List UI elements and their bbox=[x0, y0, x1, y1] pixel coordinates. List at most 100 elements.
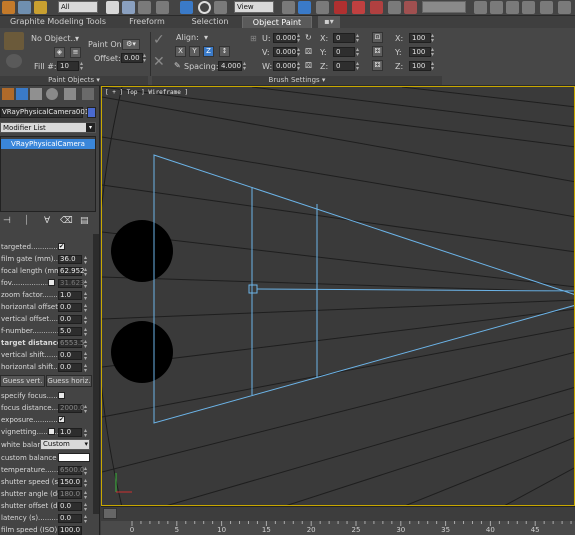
scale-y-input[interactable]: 100 bbox=[409, 47, 431, 57]
u-offset-spinner[interactable]: ▴ ▾ bbox=[297, 33, 302, 44]
zoom-factor-input[interactable]: 1.0 bbox=[58, 291, 82, 300]
horizontal-offset-spinner[interactable]: ▴ ▾ bbox=[84, 303, 89, 314]
vertical-offset-input[interactable]: 0.0 bbox=[58, 315, 82, 324]
flip-axis-icon[interactable]: ↕ bbox=[219, 46, 230, 57]
scale-uniform-icon[interactable]: ⊡ bbox=[372, 32, 383, 43]
film-gate-input[interactable]: 36.0 bbox=[58, 255, 82, 264]
focal-length-input[interactable]: 62.952 bbox=[58, 267, 85, 276]
scale-x-spinner[interactable]: ▴ ▾ bbox=[431, 33, 436, 44]
fov-input[interactable]: 31.623 bbox=[58, 279, 85, 288]
targeted-checkbox[interactable]: ✔ bbox=[58, 243, 65, 250]
commit-checkmark-icon[interactable]: ✓ bbox=[153, 32, 165, 48]
horizontal-shift-input[interactable]: 0.0 bbox=[58, 363, 82, 372]
u-offset-input[interactable]: 0.000 bbox=[273, 33, 297, 43]
guess-vert-button[interactable]: Guess vert. bbox=[0, 375, 45, 387]
rotate-icon[interactable] bbox=[198, 1, 211, 14]
axis-x-button[interactable]: X bbox=[175, 46, 186, 57]
rotate-y-spinner[interactable]: ▴ ▾ bbox=[356, 47, 361, 58]
edit-list-icon[interactable]: ≡ bbox=[70, 47, 81, 58]
shutter-angle-input[interactable]: 180.0 bbox=[58, 490, 82, 499]
modifier-list-dropdown[interactable]: Modifier List ▾ bbox=[0, 122, 96, 133]
fov-checkbox[interactable] bbox=[48, 279, 55, 286]
f-number-input[interactable]: 5.0 bbox=[58, 327, 82, 336]
rotate-x-spinner[interactable]: ▴ ▾ bbox=[356, 33, 361, 44]
reference-coordinate-dropdown[interactable]: View bbox=[234, 1, 274, 13]
tab-freeform[interactable]: Freeform bbox=[120, 16, 174, 28]
horizontal-offset-input[interactable]: 0.0 bbox=[58, 303, 82, 312]
w-offset-input[interactable]: 0.000 bbox=[273, 61, 297, 71]
scale-z-spinner[interactable]: ▴ ▾ bbox=[431, 61, 436, 72]
fov-spinner[interactable]: ▴ ▾ bbox=[84, 279, 89, 290]
temperature-input[interactable]: 6500.0 bbox=[58, 466, 85, 475]
fill-icon[interactable] bbox=[6, 54, 22, 68]
rotate-y-input[interactable]: 0 bbox=[333, 47, 355, 57]
remove-modifier-icon[interactable]: ⌫ bbox=[60, 216, 73, 226]
align-icon[interactable] bbox=[490, 1, 503, 14]
paint-brush-icon[interactable] bbox=[4, 32, 24, 50]
shutter-offset-spinner[interactable]: ▴ ▾ bbox=[84, 502, 89, 513]
film-speed-input[interactable]: 100.0 bbox=[58, 526, 82, 535]
angle-snap-icon[interactable] bbox=[352, 1, 365, 14]
select-by-name-icon[interactable] bbox=[122, 1, 135, 14]
make-unique-icon[interactable]: ∀ bbox=[44, 216, 50, 226]
black-cylinder-bottom[interactable] bbox=[111, 321, 173, 383]
vertical-offset-spinner[interactable]: ▴ ▾ bbox=[84, 315, 89, 326]
scale-x-input[interactable]: 100 bbox=[409, 33, 431, 43]
w-offset-spinner[interactable]: ▴ ▾ bbox=[297, 61, 302, 72]
keyboard-shortcut-icon[interactable] bbox=[316, 1, 329, 14]
time-slider[interactable] bbox=[101, 507, 575, 521]
scale-icon[interactable] bbox=[214, 1, 227, 14]
ribbon-options-button[interactable]: ▪▾ bbox=[318, 16, 340, 28]
paint-objects-group-label[interactable]: Paint Objects ▾ bbox=[0, 76, 148, 85]
camera-frustum[interactable] bbox=[153, 154, 575, 424]
black-cylinder-top[interactable] bbox=[111, 220, 173, 282]
target-distance-spinner[interactable]: ▴ ▾ bbox=[84, 339, 89, 350]
layer-manager-icon[interactable] bbox=[506, 1, 519, 14]
scale-z-input[interactable]: 100 bbox=[409, 61, 431, 71]
offset-spinner[interactable]: ▴ ▾ bbox=[143, 53, 148, 64]
pick-object-icon[interactable]: ◈ bbox=[54, 47, 65, 58]
rotate-z-spinner[interactable]: ▴ ▾ bbox=[356, 61, 361, 72]
horizontal-shift-spinner[interactable]: ▴ ▾ bbox=[84, 363, 89, 374]
rotate-z-input[interactable]: 0 bbox=[333, 61, 355, 71]
paint-on-dropdown[interactable]: ⚙▾ bbox=[122, 39, 140, 50]
target-distance-input[interactable]: 6553.5 bbox=[58, 339, 85, 348]
white-balance-dropdown[interactable]: Custom ▾ bbox=[40, 439, 90, 450]
vertical-shift-spinner[interactable]: ▴ ▾ bbox=[84, 351, 89, 362]
offset-lock-icon[interactable]: ⊞ bbox=[250, 34, 257, 43]
scale-random-icon[interactable]: ⚃ bbox=[372, 60, 383, 71]
show-end-result-icon[interactable]: ⏐ bbox=[24, 216, 29, 226]
hierarchy-tab-icon[interactable] bbox=[30, 88, 42, 100]
offset-input[interactable]: 0.00 bbox=[121, 53, 143, 63]
select-manipulate-icon[interactable] bbox=[298, 1, 311, 14]
scale-y-spinner[interactable]: ▴ ▾ bbox=[431, 47, 436, 58]
snaps-toggle-icon[interactable] bbox=[334, 1, 347, 14]
link-icon[interactable] bbox=[2, 1, 15, 14]
v-offset-input[interactable]: 0.000 bbox=[273, 47, 297, 57]
viewport-label[interactable]: [ + ] Top ] Wireframe ] bbox=[105, 89, 188, 96]
select-object-icon[interactable] bbox=[106, 1, 119, 14]
spacing-spinner[interactable]: ▴ ▾ bbox=[243, 61, 248, 72]
vertical-shift-input[interactable]: 0.0 bbox=[58, 351, 82, 360]
tab-graphite-modeling-tools[interactable]: Graphite Modeling Tools bbox=[8, 16, 108, 28]
focus-distance-input[interactable]: 2000.0 bbox=[58, 404, 85, 413]
time-slider-thumb[interactable] bbox=[103, 508, 117, 519]
pin-stack-icon[interactable]: ⊣ bbox=[3, 216, 11, 226]
no-object-dropdown[interactable]: No Object... bbox=[31, 34, 78, 43]
specify-focus-checkbox[interactable] bbox=[58, 392, 65, 399]
vignetting-input[interactable]: 1.0 bbox=[58, 428, 82, 437]
panel-scrollbar[interactable] bbox=[93, 234, 99, 514]
move-icon[interactable] bbox=[180, 1, 193, 14]
mirror-icon[interactable] bbox=[474, 1, 487, 14]
schematic-view-icon[interactable] bbox=[558, 1, 571, 14]
bind-spacewarp-icon[interactable] bbox=[34, 1, 47, 14]
modify-tab-icon[interactable] bbox=[16, 88, 28, 100]
exposure-checkbox[interactable]: ✔ bbox=[58, 416, 65, 423]
unlink-icon[interactable] bbox=[18, 1, 31, 14]
v-offset-spinner[interactable]: ▴ ▾ bbox=[297, 47, 302, 58]
pivot-center-icon[interactable] bbox=[282, 1, 295, 14]
rotate-x-input[interactable]: 0 bbox=[333, 33, 355, 43]
fill-count-spinner[interactable]: ▴ ▾ bbox=[80, 61, 85, 72]
stack-item-vray-physical-camera[interactable]: VRayPhysicalCamera bbox=[1, 139, 95, 149]
temperature-spinner[interactable]: ▴ ▾ bbox=[84, 466, 89, 477]
